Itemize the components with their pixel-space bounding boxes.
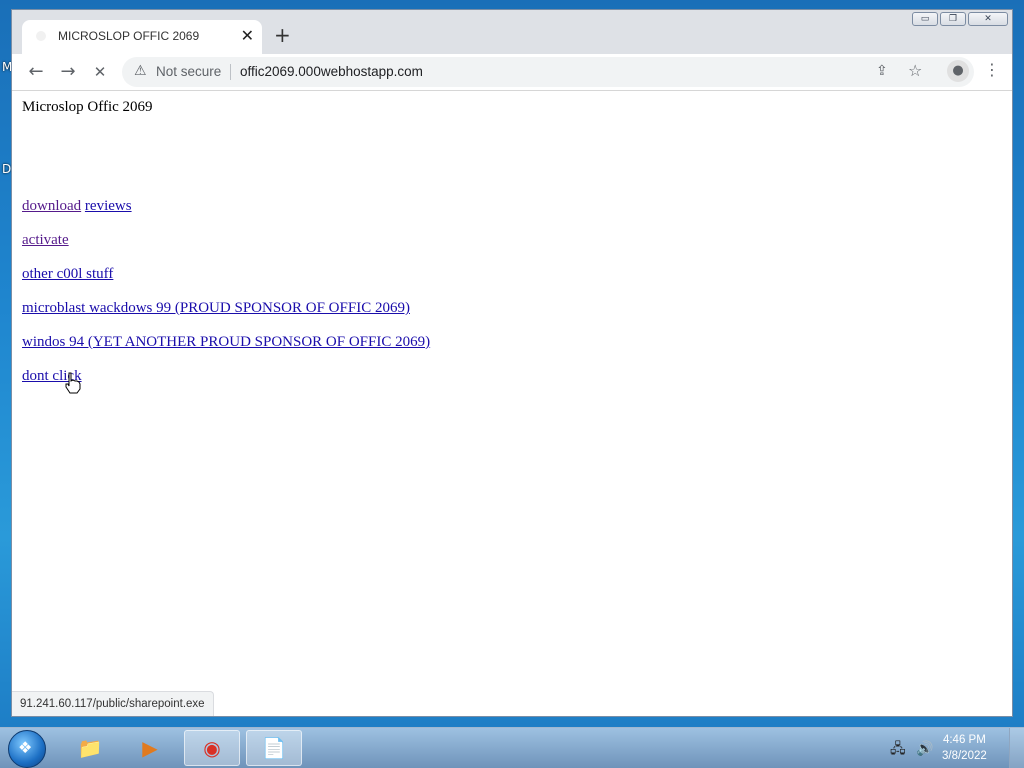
taskbar: ❖ 📁 ▶ ◉ 📄 🖧 🔊 4:46 PM 3/8/2022	[0, 727, 1024, 768]
link-row-microblast: microblast wackdows 99 (PROUD SPONSOR OF…	[22, 300, 410, 317]
media-player-icon: ▶	[142, 736, 158, 760]
microblast-wackdows-link[interactable]: microblast wackdows 99 (PROUD SPONSOR OF…	[22, 300, 410, 316]
link-status-bar: 91.241.60.117/public/sharepoint.exe	[12, 691, 214, 716]
minimize-button[interactable]: ▭	[912, 12, 938, 26]
tab-close-icon[interactable]: ✕	[241, 26, 254, 45]
tab-favicon-icon	[36, 31, 46, 41]
chrome-icon: ◉	[203, 736, 221, 760]
browser-toolbar: ← → ✕ ⚠ Not secure offic2069.000webhosta…	[12, 54, 1012, 91]
windows-logo-icon: ❖	[18, 738, 33, 757]
browser-menu-icon[interactable]: ⋮	[984, 60, 1000, 79]
forward-button[interactable]: →	[56, 60, 80, 84]
share-icon[interactable]: ⇪	[876, 63, 888, 79]
restore-button[interactable]: ❐	[940, 12, 966, 26]
other-cool-stuff-link[interactable]: other c00l stuff	[22, 266, 113, 282]
volume-icon[interactable]: 🔊	[916, 741, 933, 757]
show-desktop-button[interactable]	[1009, 728, 1024, 768]
bookmark-star-icon[interactable]: ☆	[908, 61, 922, 80]
clock-date: 3/8/2022	[942, 750, 987, 762]
tab-strip: MICROSLOP OFFIC 2069 ✕ + ▭ ❐ ✕	[12, 10, 1012, 54]
security-indicator[interactable]: Not secure	[156, 64, 221, 79]
link-row-download-reviews: download reviews	[22, 198, 132, 215]
network-icon[interactable]: 🖧	[890, 741, 906, 757]
start-button[interactable]: ❖	[8, 730, 46, 768]
stop-loading-button[interactable]: ✕	[88, 60, 112, 84]
link-row-activate: activate	[22, 232, 69, 249]
profile-avatar-icon[interactable]: ●	[947, 60, 969, 82]
page-title: Microslop Offic 2069	[22, 99, 153, 115]
folder-icon: 📁	[77, 736, 103, 760]
url-text[interactable]: offic2069.000webhostapp.com	[240, 64, 423, 79]
address-separator	[230, 64, 231, 80]
browser-window: MICROSLOP OFFIC 2069 ✕ + ▭ ❐ ✕ ← → ✕ ⚠ N…	[11, 9, 1013, 717]
windos-94-link[interactable]: windos 94 (YET ANOTHER PROUD SPONSOR OF …	[22, 334, 430, 350]
address-bar[interactable]: ⚠ Not secure offic2069.000webhostapp.com…	[122, 57, 974, 87]
hand-cursor-icon	[65, 372, 81, 394]
reviews-link[interactable]: reviews	[85, 198, 132, 214]
window-close-button[interactable]: ✕	[968, 12, 1008, 26]
taskbar-explorer[interactable]: 📁	[62, 730, 118, 766]
taskbar-chrome[interactable]: ◉	[184, 730, 240, 766]
tab-title: MICROSLOP OFFIC 2069	[58, 29, 200, 43]
active-tab[interactable]: MICROSLOP OFFIC 2069 ✕	[22, 20, 262, 54]
warning-icon[interactable]: ⚠	[134, 63, 147, 79]
document-app-icon: 📄	[261, 736, 287, 760]
taskbar-app[interactable]: 📄	[246, 730, 302, 766]
page-content: Microslop Offic 2069 download reviews ac…	[12, 91, 1012, 716]
activate-link[interactable]: activate	[22, 232, 69, 248]
window-controls: ▭ ❐ ✕	[912, 12, 1008, 26]
taskbar-clock[interactable]: 4:46 PM 3/8/2022	[942, 732, 987, 764]
taskbar-media-player[interactable]: ▶	[122, 730, 178, 766]
back-button[interactable]: ←	[24, 60, 48, 84]
link-row-windos: windos 94 (YET ANOTHER PROUD SPONSOR OF …	[22, 334, 430, 351]
link-row-other: other c00l stuff	[22, 266, 113, 283]
download-link[interactable]: download	[22, 198, 81, 214]
system-tray: 🖧 🔊	[890, 738, 934, 762]
clock-time: 4:46 PM	[942, 734, 986, 746]
desktop-icon-label-d: D	[2, 162, 12, 176]
new-tab-button[interactable]: +	[274, 25, 291, 45]
